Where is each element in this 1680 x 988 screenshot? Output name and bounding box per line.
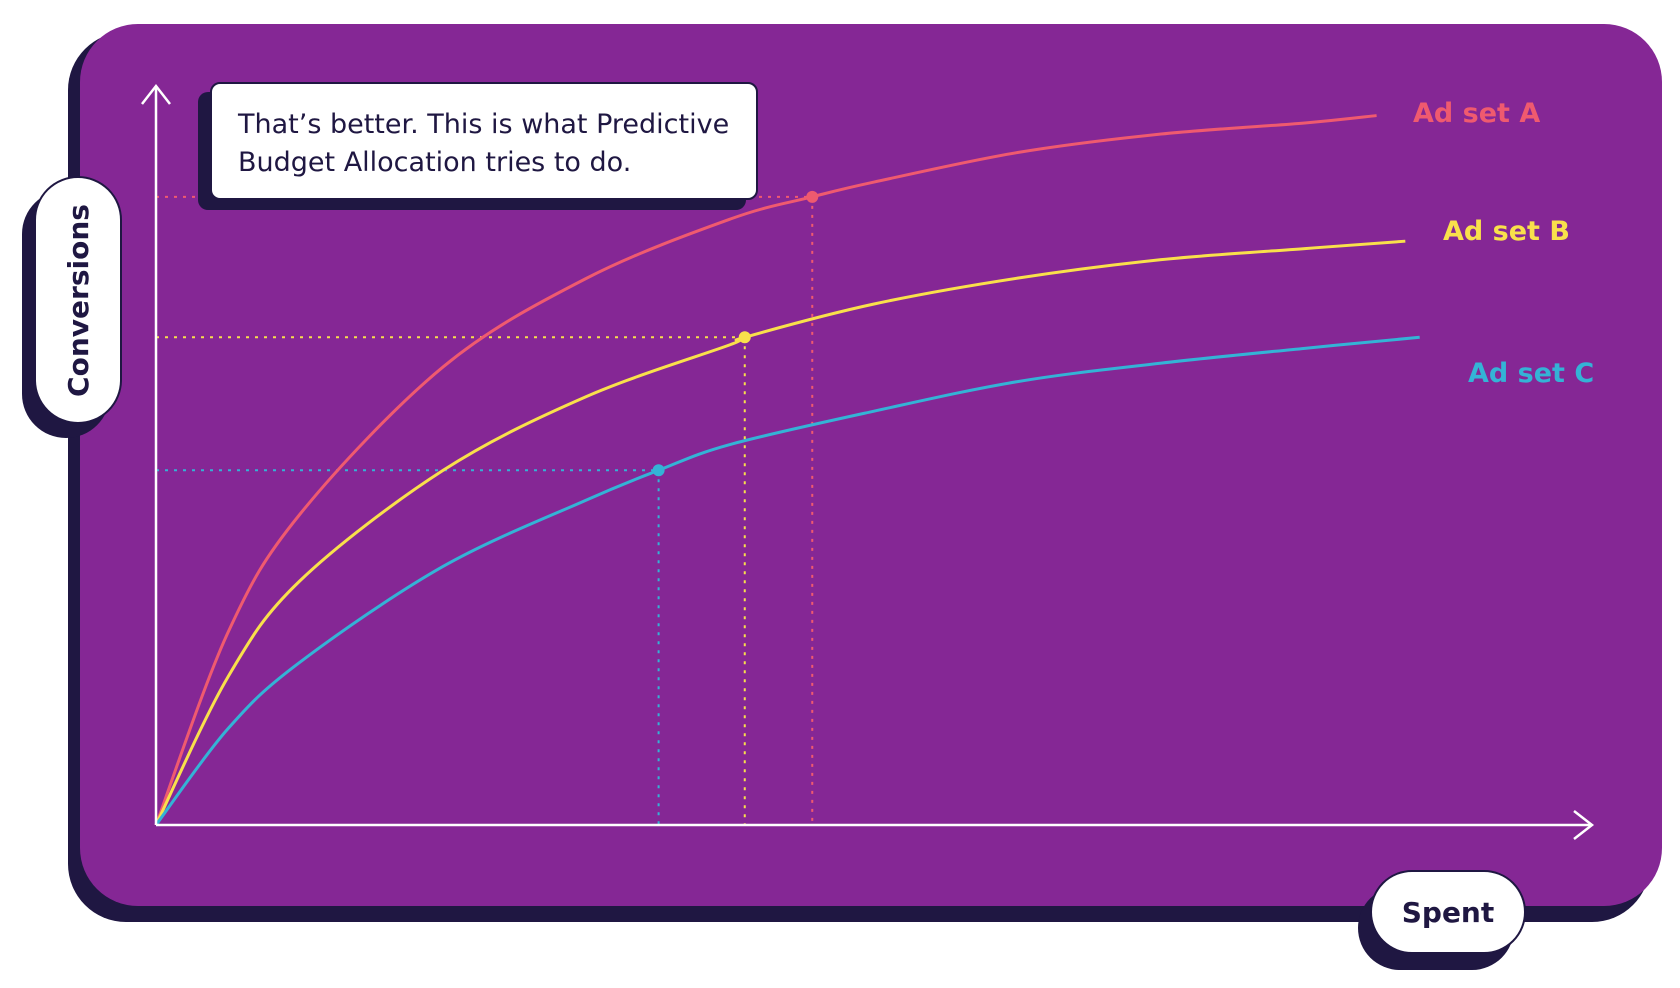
point-marker-ad-set-a — [806, 190, 819, 203]
series-label-b: Ad set B — [1443, 216, 1570, 247]
point-marker-ad-set-c — [652, 464, 665, 477]
y-axis-label-text: Conversions — [61, 203, 95, 397]
series-label-c: Ad set C — [1468, 358, 1595, 389]
x-axis-label-text: Spent — [1401, 895, 1495, 929]
series-line-ad-set-a — [154, 114, 1377, 826]
callout-line-1: That’s better. This is what Predictive — [238, 109, 730, 140]
x-axis-label: Spent — [1370, 870, 1526, 954]
point-marker-ad-set-b — [738, 331, 751, 344]
series-line-ad-set-b — [154, 239, 1406, 826]
callout-line-2: Budget Allocation tries to do. — [238, 147, 632, 178]
series-line-ad-set-c — [154, 335, 1420, 826]
callout-box: That’s better. This is what Predictive B… — [210, 82, 758, 200]
series-label-a: Ad set A — [1413, 98, 1541, 129]
y-axis-label: Conversions — [34, 176, 122, 424]
